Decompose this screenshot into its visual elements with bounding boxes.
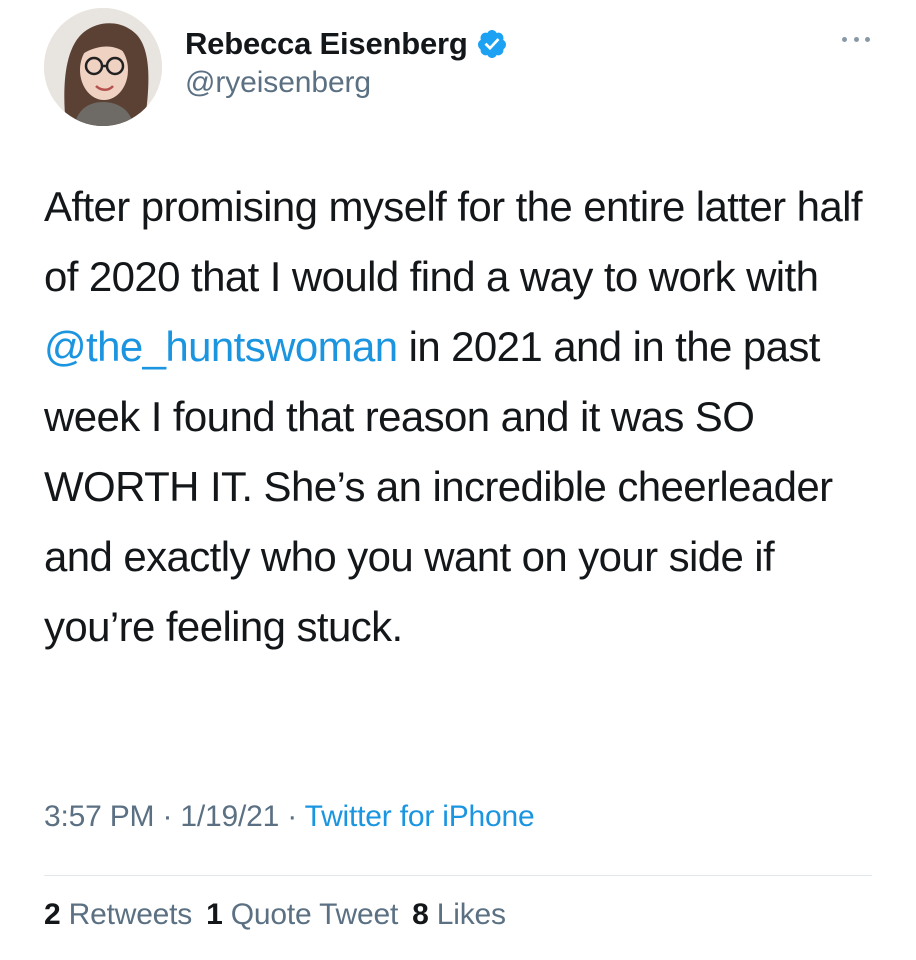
meta-separator: · [154,800,181,833]
quotes-count: 1 [206,898,223,931]
author-handle[interactable]: @ryeisenberg [185,66,508,100]
author-avatar[interactable] [44,8,162,126]
divider [44,875,872,876]
mention-link[interactable]: @the_huntswoman [44,323,398,370]
meta-separator: · [279,800,305,833]
tweet-text-part2: in 2021 and in the past week I found tha… [44,323,833,650]
tweet-time[interactable]: 3:57 PM [44,800,155,833]
tweet-text-part1: After promising myself for the entire la… [44,183,863,300]
likes-count: 8 [412,898,429,931]
tweet-metadata: 3:57 PM · 1/19/21 · Twitter for iPhone [44,800,535,834]
more-dot [853,36,859,42]
tweet-stats: 2 Retweets 1 Quote Tweet 8 Likes [44,898,520,932]
tweet-text: After promising myself for the entire la… [44,172,874,662]
retweets-count: 2 [44,898,61,931]
tweet-source-link[interactable]: Twitter for iPhone [305,800,535,833]
retweets-label: Retweets [68,898,193,931]
tweet-card: Rebecca Eisenberg @ryeisenberg After pro… [0,0,916,960]
name-row: Rebecca Eisenberg [185,22,508,66]
tweet-date[interactable]: 1/19/21 [180,800,279,833]
more-dot [865,36,870,42]
verified-badge-icon [476,28,508,60]
quotes-stat[interactable]: 1 Quote Tweet [206,898,398,931]
more-dot [842,36,847,42]
likes-stat[interactable]: 8 Likes [412,898,506,931]
retweets-stat[interactable]: 2 Retweets [44,898,192,931]
author-display-name[interactable]: Rebecca Eisenberg [185,26,468,62]
author-header: Rebecca Eisenberg @ryeisenberg [185,22,508,100]
more-options-icon[interactable] [842,32,870,46]
profile-photo-icon [44,8,162,126]
quotes-label: Quote Tweet [230,898,399,931]
likes-label: Likes [436,898,506,931]
